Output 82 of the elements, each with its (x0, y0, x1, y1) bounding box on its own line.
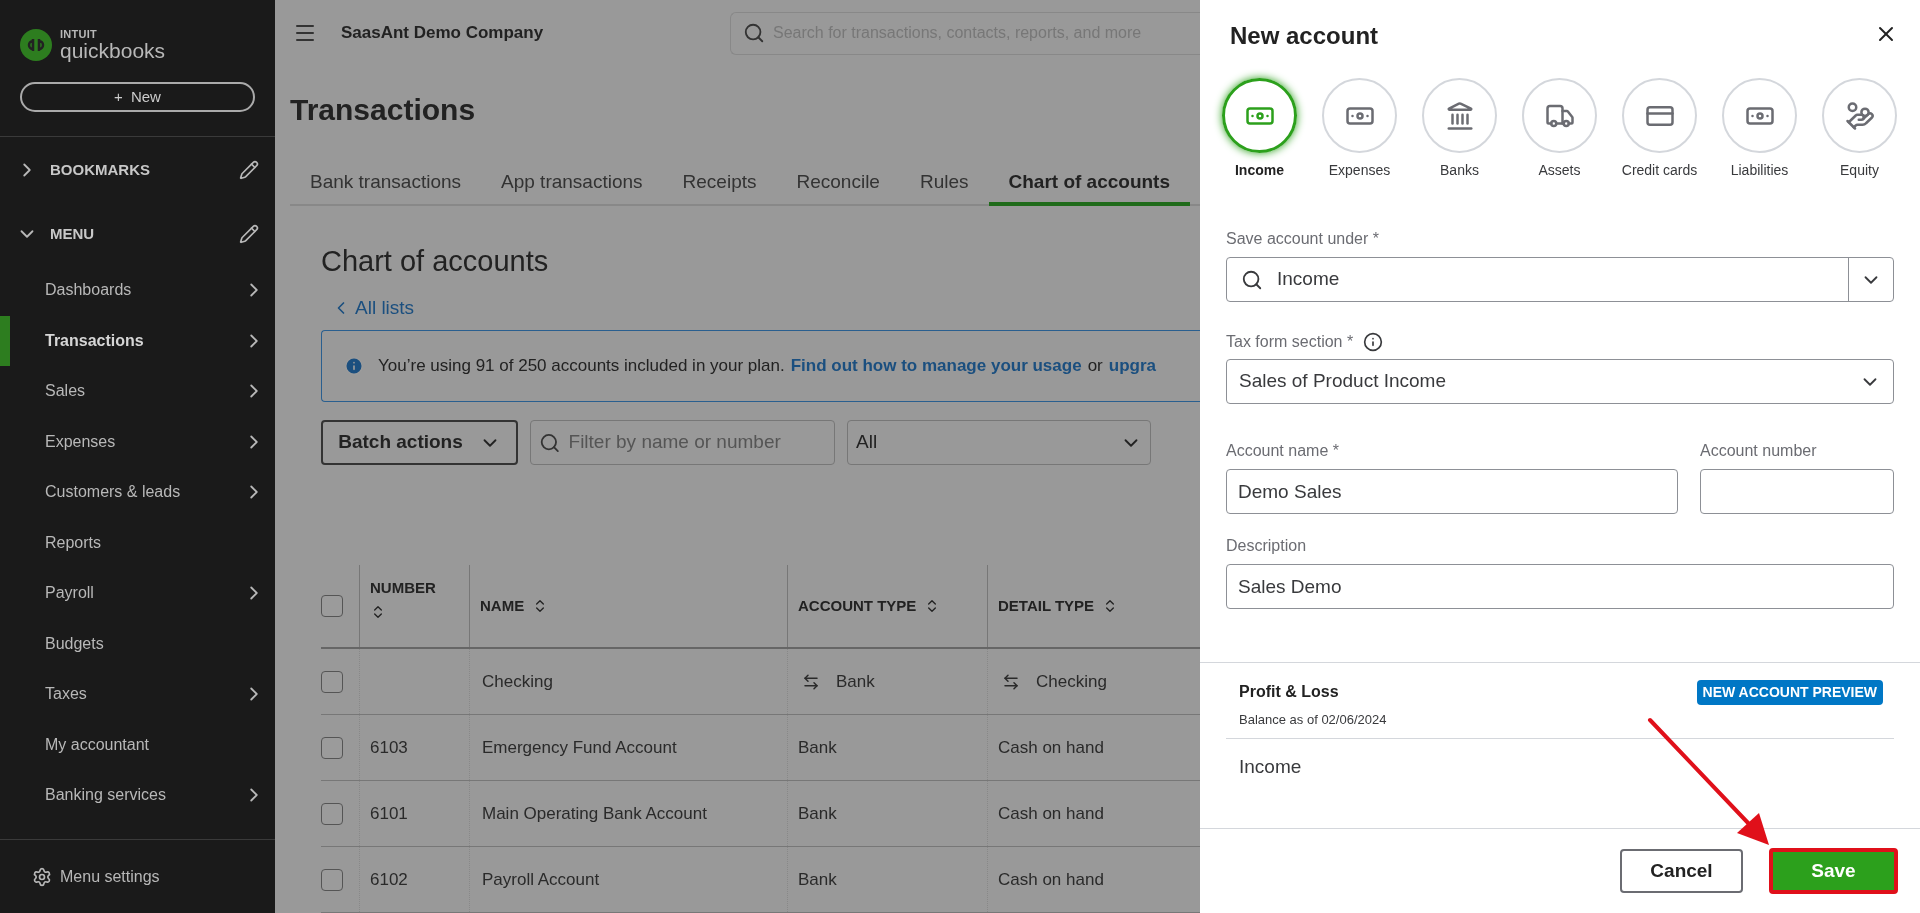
search-icon (743, 22, 765, 44)
transfer-icon (802, 672, 820, 691)
field-label: Save account under * (1226, 229, 1380, 249)
menu-item[interactable]: Dashboards (45, 278, 243, 303)
checkbox[interactable] (321, 670, 343, 693)
menu-item[interactable]: My accountant (45, 732, 275, 757)
column-header[interactable]: NUMBER (370, 577, 459, 620)
table-cell-text: Emergency Fund Account (482, 736, 677, 759)
transfer-icon (1002, 672, 1020, 691)
menu-item[interactable]: Transactions (45, 328, 243, 353)
checkbox[interactable] (321, 802, 343, 825)
banner-text: or (1087, 355, 1103, 378)
cancel-button[interactable]: Cancel (1620, 849, 1743, 893)
description-field[interactable]: Sales Demo (1226, 564, 1894, 609)
tab[interactable]: Reconcile (776, 162, 900, 206)
table-cell-text: Bank (798, 868, 837, 891)
menu-item[interactable]: Taxes (45, 682, 243, 707)
checkbox[interactable] (321, 595, 343, 617)
preview-badge: NEW ACCOUNT PREVIEW (1696, 680, 1883, 705)
new-button[interactable]: + New (20, 82, 255, 112)
checkbox[interactable] (321, 868, 343, 891)
menu-item[interactable]: Budgets (45, 631, 275, 656)
column-header[interactable]: DETAIL TYPE (998, 594, 1119, 618)
table-cell-text: Bank (836, 670, 875, 693)
table-cell-text: Checking (482, 670, 553, 693)
column-header[interactable]: ACCOUNT TYPE (798, 594, 941, 618)
batch-actions-button[interactable]: Batch actions (321, 420, 518, 465)
tab[interactable]: App transactions (481, 162, 663, 206)
menu-item[interactable]: Customers & leads (45, 480, 243, 505)
hand-coins-icon (1844, 100, 1875, 131)
logo-icon (20, 29, 52, 61)
tab[interactable]: Chart of accounts (988, 162, 1191, 206)
column-header[interactable]: NAME (480, 594, 549, 618)
info-icon (344, 356, 364, 376)
section-header[interactable]: MENU (50, 222, 239, 246)
table-cell-text: 6103 (370, 736, 408, 759)
search-icon (1241, 268, 1263, 291)
table-cell-text: Checking (1036, 670, 1107, 693)
table-cell-text: Bank (798, 802, 837, 825)
table-cell-text: Main Operating Bank Account (482, 802, 707, 825)
menu-item[interactable]: Payroll (45, 581, 243, 606)
edit-icon[interactable] (239, 224, 259, 244)
table-cell-text: 6102 (370, 868, 408, 891)
checkbox[interactable] (321, 736, 343, 759)
banner-text: You’re using 91 of 250 accounts included in your plan. (378, 355, 785, 378)
tab[interactable]: Bank transactions (290, 162, 482, 206)
preview-subtitle: Balance as of 02/06/2024 (1239, 711, 1387, 729)
preview-section: Income (1239, 753, 1920, 782)
table-cell-text: Cash on hand (998, 802, 1104, 825)
page-title: Transactions (290, 92, 477, 128)
table-cell-text: Bank (798, 736, 837, 759)
section-heading: Chart of accounts (321, 244, 550, 279)
brand-name: INTUIT (60, 29, 99, 40)
field-label: Description (1226, 536, 1308, 556)
tax-form-dropdown[interactable]: Sales of Product Income (1226, 359, 1894, 404)
tab[interactable]: Receipts (662, 162, 777, 206)
panel-title: New account (1230, 21, 1379, 51)
product-name: quickbooks (60, 40, 166, 61)
menu-item[interactable]: Sales (45, 379, 243, 404)
table-cell-text: Cash on hand (998, 868, 1104, 891)
type-dropdown[interactable]: All (847, 420, 1151, 465)
table-cell-text: Payroll Account (482, 868, 600, 891)
info-icon[interactable] (1363, 332, 1384, 352)
company-name: SaasAnt Demo Company (341, 22, 544, 45)
account-number-field[interactable] (1700, 469, 1894, 514)
table-cell-text: 6101 (370, 802, 408, 825)
save-under-field[interactable]: Income (1226, 257, 1894, 302)
table-cell-text: Cash on hand (998, 736, 1104, 759)
menu-item[interactable]: Expenses (45, 429, 243, 454)
settings-icon (32, 866, 52, 887)
menu-settings-link[interactable]: Menu settings (60, 864, 160, 889)
section-header[interactable]: BOOKMARKS (50, 158, 239, 182)
field-label: Account number (1700, 441, 1818, 461)
tab[interactable]: Rules (899, 162, 989, 206)
field-label: Account name * (1226, 441, 1340, 461)
edit-icon[interactable] (239, 160, 259, 180)
account-name-field[interactable]: Demo Sales (1226, 469, 1678, 514)
menu-item[interactable]: Banking services (45, 783, 243, 808)
menu-item[interactable]: Reports (45, 530, 275, 555)
field-label: Tax form section * (1226, 332, 1354, 352)
preview-title: Profit & Loss (1239, 682, 1340, 702)
plus-icon: + (114, 85, 123, 109)
